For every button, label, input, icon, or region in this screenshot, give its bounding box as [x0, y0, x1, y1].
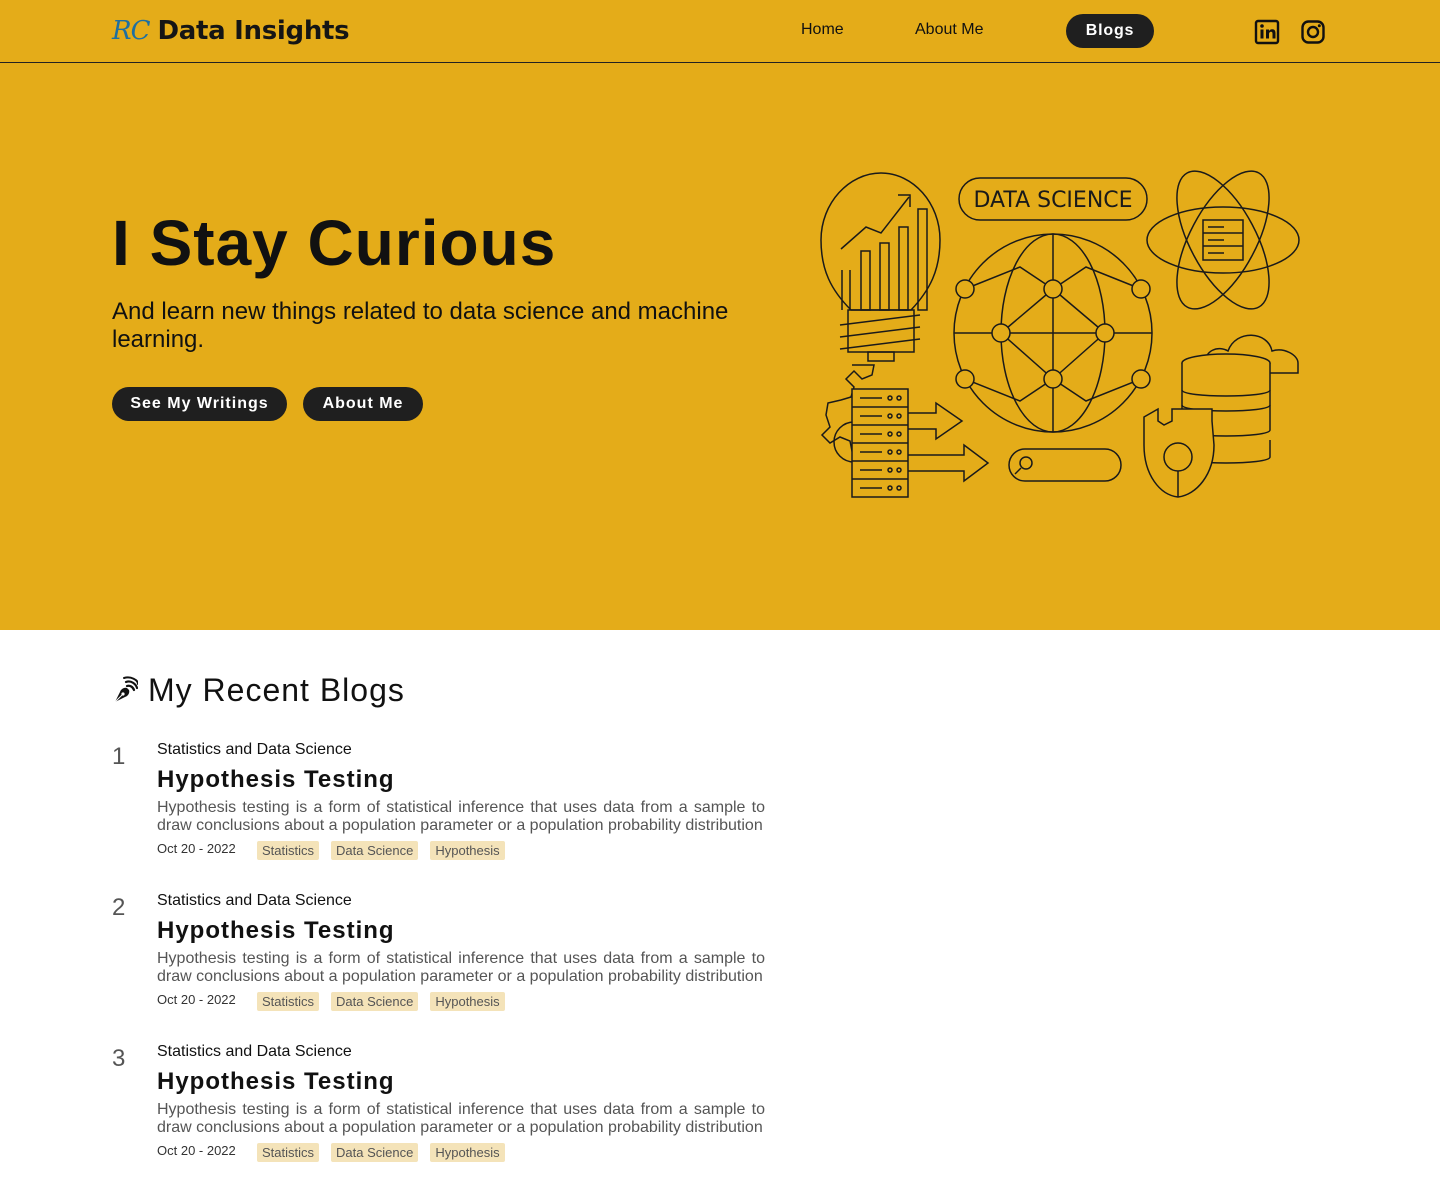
nav-home-link[interactable]: Home [801, 21, 844, 39]
hero-title: I Stay Curious [112, 207, 557, 279]
see-my-writings-button[interactable]: See My Writings [112, 387, 287, 421]
recent-blogs-heading: My Recent Blogs [112, 672, 405, 708]
blog-post-item: 3 Statistics and Data Science Hypothesis… [112, 1043, 772, 1173]
search-bar-illustration [1008, 448, 1122, 482]
post-tags: Statistics Data Science Hypothesis [257, 1143, 505, 1162]
post-tag[interactable]: Statistics [257, 841, 320, 860]
globe-network-icon [953, 233, 1153, 433]
post-tags: Statistics Data Science Hypothesis [257, 992, 505, 1011]
post-category[interactable]: Statistics and Data Science [157, 892, 352, 910]
recent-blogs-title: My Recent Blogs [148, 671, 405, 708]
shield-icon [1143, 407, 1215, 498]
post-tag[interactable]: Hypothesis [430, 992, 505, 1011]
post-tag[interactable]: Statistics [257, 1143, 320, 1162]
post-tag[interactable]: Data Science [331, 992, 419, 1011]
brand-logo[interactable]: RC Data Insights [112, 14, 350, 48]
hero-section: I Stay Curious And learn new things rela… [0, 63, 1440, 630]
hero-subtitle: And learn new things related to data sci… [112, 298, 729, 353]
post-tag[interactable]: Data Science [331, 841, 419, 860]
instagram-icon[interactable] [1300, 19, 1326, 45]
nav-blogs-button[interactable]: Blogs [1066, 14, 1154, 48]
data-science-illustration: DATA SCIENCE [820, 170, 1300, 498]
post-tag[interactable]: Statistics [257, 992, 320, 1011]
post-description: Hypothesis testing is a form of statisti… [157, 950, 765, 985]
post-number: 1 [112, 743, 126, 770]
post-date: Oct 20 - 2022 [157, 992, 236, 1007]
data-science-badge: DATA SCIENCE [958, 177, 1148, 221]
post-title-link[interactable]: Hypothesis Testing [157, 766, 395, 794]
illustration-label: DATA SCIENCE [973, 188, 1132, 213]
post-title-link[interactable]: Hypothesis Testing [157, 917, 395, 945]
post-title-link[interactable]: Hypothesis Testing [157, 1068, 395, 1096]
blog-post-item: 2 Statistics and Data Science Hypothesis… [112, 892, 772, 1022]
post-number: 2 [112, 894, 126, 921]
post-category[interactable]: Statistics and Data Science [157, 741, 352, 759]
post-date: Oct 20 - 2022 [157, 1143, 236, 1158]
brand-name: Data Insights [157, 16, 350, 46]
post-description: Hypothesis testing is a form of statisti… [157, 799, 765, 834]
post-number: 3 [112, 1045, 126, 1072]
post-tags: Statistics Data Science Hypothesis [257, 841, 505, 860]
nav-about-link[interactable]: About Me [915, 21, 983, 39]
lightbulb-chart-icon [820, 172, 941, 362]
post-category[interactable]: Statistics and Data Science [157, 1043, 352, 1061]
pen-icon [114, 676, 138, 703]
post-tag[interactable]: Hypothesis [430, 841, 505, 860]
linkedin-icon[interactable] [1254, 19, 1280, 45]
brand-monogram: RC [112, 16, 150, 46]
atom-server-icon [1146, 170, 1300, 310]
blog-post-item: 1 Statistics and Data Science Hypothesis… [112, 741, 772, 871]
about-me-button[interactable]: About Me [303, 387, 423, 421]
post-tag[interactable]: Hypothesis [430, 1143, 505, 1162]
post-date: Oct 20 - 2022 [157, 841, 236, 856]
top-navbar: RC Data Insights Home About Me Blogs [0, 0, 1440, 63]
post-tag[interactable]: Data Science [331, 1143, 419, 1162]
post-description: Hypothesis testing is a form of statisti… [157, 1101, 765, 1136]
